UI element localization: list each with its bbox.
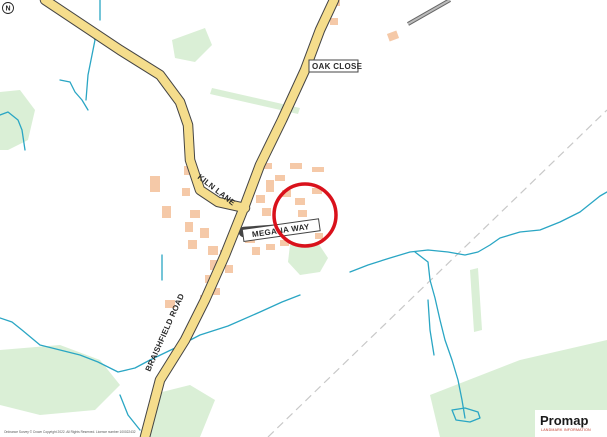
braishfield-road-text: BRAISHFIELD ROAD	[144, 292, 187, 373]
building	[386, 30, 400, 42]
building	[312, 167, 324, 172]
building	[266, 244, 275, 250]
logo-tagline: LANDMARK INFORMATION	[541, 428, 591, 432]
road-kiln-lane	[40, 0, 250, 213]
green-area-north	[172, 28, 212, 62]
building	[190, 210, 200, 218]
building	[266, 180, 274, 192]
building	[200, 228, 209, 238]
building	[252, 247, 260, 255]
building	[315, 233, 323, 239]
building	[185, 222, 193, 232]
green-area-central	[288, 243, 328, 275]
oak-close-text: OAK CLOSE	[312, 62, 363, 71]
building	[256, 195, 265, 203]
building	[208, 246, 218, 255]
stream-south-branch-2	[427, 299, 435, 356]
megana-way-label: MEGANA WAY	[241, 218, 321, 242]
building	[298, 210, 307, 217]
building	[182, 188, 190, 196]
green-area-east-strip	[470, 268, 482, 332]
building	[330, 18, 338, 25]
building	[275, 175, 285, 181]
logo-name: Promap	[540, 413, 588, 428]
building	[295, 198, 305, 205]
stream-central	[349, 191, 607, 273]
stream-south-west	[119, 394, 141, 431]
green-area-southwest	[0, 345, 120, 415]
road-braishfield-road	[140, 0, 339, 437]
svg-text:N: N	[5, 6, 10, 13]
promap-logo[interactable]: Promap LANDMARK INFORMATION	[535, 410, 607, 437]
building	[290, 163, 302, 169]
oak-close-label: OAK CLOSE	[308, 59, 363, 73]
stream-north-west	[59, 79, 89, 111]
north-arrow-icon: N	[2, 2, 14, 14]
building	[188, 240, 197, 249]
track-northeast-inner	[407, 0, 451, 25]
building	[262, 208, 271, 216]
building	[162, 206, 171, 218]
stream-north-west-2	[85, 29, 96, 101]
location-map[interactable]: OAK CLOSE MEGANA WAY KILN LANE BRAISHFIE…	[0, 0, 607, 437]
copyright-text: Ordnance Survey © Crown Copyright 2022. …	[4, 430, 136, 434]
building	[150, 176, 160, 192]
building	[225, 265, 233, 273]
